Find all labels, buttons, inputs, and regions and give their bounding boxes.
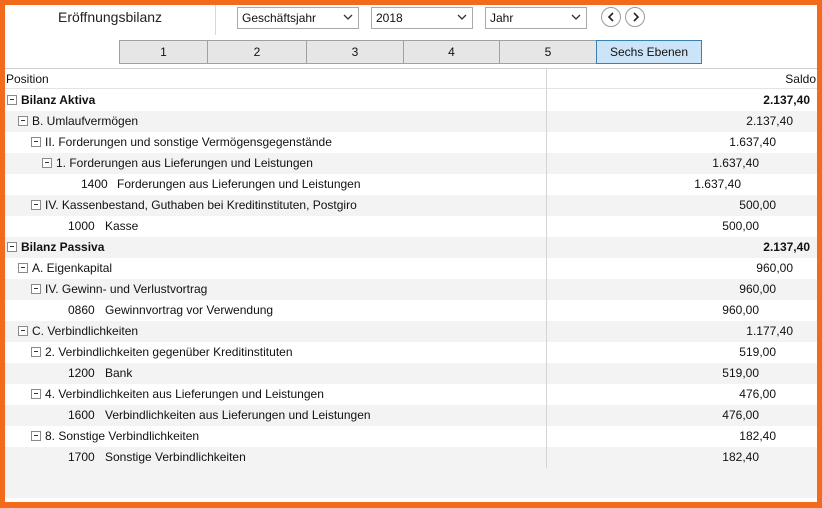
granularity-select[interactable]: Jahr <box>485 7 587 29</box>
collapse-minus-icon[interactable] <box>42 158 52 168</box>
collapse-minus-icon[interactable] <box>31 347 41 357</box>
table-row[interactable]: C. Verbindlichkeiten 1.177,40 <box>5 321 817 342</box>
collapse-minus-icon[interactable] <box>31 200 41 210</box>
column-header-position[interactable]: Position <box>6 72 49 86</box>
account-number: 0860 <box>68 303 95 317</box>
chevron-down-icon <box>571 8 581 28</box>
table-row[interactable]: 2. Verbindlichkeiten gegenüber Kreditins… <box>5 342 817 363</box>
period-type-select[interactable]: Geschäftsjahr <box>237 7 359 29</box>
position-label: A. Eigenkapital <box>32 261 113 275</box>
table-row[interactable]: 0860 Gewinnvortrag vor Verwendung 960,00 <box>5 300 817 321</box>
previous-period-button[interactable] <box>601 7 621 27</box>
account-number: 1600 <box>68 408 95 422</box>
table-row[interactable]: IV. Gewinn- und Verlustvortrag 960,00 <box>5 279 817 300</box>
position-label: II. Forderungen und sonstige Vermögensge… <box>45 135 332 149</box>
collapse-minus-icon[interactable] <box>18 263 28 273</box>
collapse-minus-icon[interactable] <box>7 242 17 252</box>
position-label: Sonstige Verbindlichkeiten <box>105 450 246 464</box>
level-4-button[interactable]: 4 <box>403 40 500 64</box>
table-row[interactable]: 1. Forderungen aus Lieferungen und Leist… <box>5 153 817 174</box>
position-label: B. Umlaufvermögen <box>32 114 139 128</box>
position-label: Bilanz Passiva <box>21 240 105 254</box>
table-row[interactable]: 4. Verbindlichkeiten aus Lieferungen und… <box>5 384 817 405</box>
table-row[interactable]: 1000 Kasse 500,00 <box>5 216 817 237</box>
table-row[interactable]: II. Forderungen und sonstige Vermögensge… <box>5 132 817 153</box>
saldo-value: 960,00 <box>722 303 759 317</box>
year-value: 2018 <box>376 11 403 25</box>
account-number: 1700 <box>68 450 95 464</box>
position-label: 8. Sonstige Verbindlichkeiten <box>45 429 200 443</box>
table-row[interactable]: Bilanz Aktiva 2.137,40 <box>5 90 817 111</box>
position-label: C. Verbindlichkeiten <box>32 324 139 338</box>
saldo-value: 519,00 <box>739 345 776 359</box>
table-row[interactable]: 1200 Bank 519,00 <box>5 363 817 384</box>
position-label: Bilanz Aktiva <box>21 93 96 107</box>
account-number: 1200 <box>68 366 95 380</box>
year-select[interactable]: 2018 <box>371 7 473 29</box>
saldo-value: 500,00 <box>739 198 776 212</box>
position-label: 1. Forderungen aus Lieferungen und Leist… <box>56 156 313 170</box>
account-number: 1400 <box>81 177 108 191</box>
chevron-down-icon <box>343 8 353 28</box>
level-3-button[interactable]: 3 <box>306 40 404 64</box>
saldo-value: 1.637,40 <box>694 177 741 191</box>
level-all-button[interactable]: Sechs Ebenen <box>596 40 702 64</box>
table-row[interactable]: A. Eigenkapital 960,00 <box>5 258 817 279</box>
table-row[interactable]: 8. Sonstige Verbindlichkeiten 182,40 <box>5 426 817 447</box>
saldo-value: 2.137,40 <box>763 240 810 254</box>
collapse-minus-icon[interactable] <box>31 389 41 399</box>
chevron-down-icon <box>457 8 467 28</box>
granularity-value: Jahr <box>490 11 514 25</box>
table-row[interactable]: B. Umlaufvermögen 2.137,40 <box>5 111 817 132</box>
saldo-value: 182,40 <box>722 450 759 464</box>
position-label: IV. Gewinn- und Verlustvortrag <box>45 282 208 296</box>
toolbar: Eröffnungsbilanz Geschäftsjahr 2018 Jahr <box>5 5 817 35</box>
account-number: 1000 <box>68 219 95 233</box>
saldo-value: 1.637,40 <box>729 135 776 149</box>
position-label: Kasse <box>105 219 139 233</box>
level-2-button[interactable]: 2 <box>207 40 307 64</box>
saldo-value: 476,00 <box>722 408 759 422</box>
saldo-value: 182,40 <box>739 429 776 443</box>
level-1-button[interactable]: 1 <box>119 40 208 64</box>
collapse-minus-icon[interactable] <box>18 326 28 336</box>
position-label: 2. Verbindlichkeiten gegenüber Kreditins… <box>45 345 293 359</box>
position-label: 4. Verbindlichkeiten aus Lieferungen und… <box>45 387 324 401</box>
position-label: Gewinnvortrag vor Verwendung <box>105 303 274 317</box>
saldo-value: 960,00 <box>756 261 793 275</box>
grid-header: Position Saldo <box>5 68 817 89</box>
saldo-value: 2.137,40 <box>746 114 793 128</box>
table-row[interactable]: Bilanz Passiva 2.137,40 <box>5 237 817 258</box>
level-5-button[interactable]: 5 <box>499 40 597 64</box>
saldo-value: 519,00 <box>722 366 759 380</box>
saldo-value: 1.177,40 <box>746 324 793 338</box>
saldo-value: 2.137,40 <box>763 93 810 107</box>
grid-empty-area <box>5 468 817 498</box>
collapse-minus-icon[interactable] <box>7 95 17 105</box>
position-label: IV. Kassenbestand, Guthaben bei Kreditin… <box>45 198 357 212</box>
collapse-minus-icon[interactable] <box>31 137 41 147</box>
collapse-minus-icon[interactable] <box>31 431 41 441</box>
collapse-minus-icon[interactable] <box>31 284 41 294</box>
position-label: Verbindlichkeiten aus Lieferungen und Le… <box>105 408 371 422</box>
toolbar-divider <box>215 5 216 35</box>
column-header-saldo[interactable]: Saldo <box>785 72 816 86</box>
position-label: Bank <box>105 366 133 380</box>
table-row[interactable]: 1600 Verbindlichkeiten aus Lieferungen un… <box>5 405 817 426</box>
column-divider <box>546 68 547 468</box>
saldo-value: 1.637,40 <box>712 156 759 170</box>
saldo-value: 960,00 <box>739 282 776 296</box>
table-row[interactable]: 1700 Sonstige Verbindlichkeiten 182,40 <box>5 447 817 468</box>
period-type-value: Geschäftsjahr <box>242 11 317 25</box>
table-row[interactable]: 1400 Forderungen aus Lieferungen und Leis… <box>5 174 817 195</box>
position-label: Forderungen aus Lieferungen und Leistung… <box>117 177 361 191</box>
saldo-value: 500,00 <box>722 219 759 233</box>
report-title: Eröffnungsbilanz <box>58 9 163 25</box>
balance-grid: Position Saldo Bilanz Aktiva 2.137,40 B. U… <box>5 68 817 498</box>
window-frame: Eröffnungsbilanz Geschäftsjahr 2018 Jahr <box>5 5 817 502</box>
collapse-minus-icon[interactable] <box>18 116 28 126</box>
next-period-button[interactable] <box>625 7 645 27</box>
saldo-value: 476,00 <box>739 387 776 401</box>
table-row[interactable]: IV. Kassenbestand, Guthaben bei Kreditin… <box>5 195 817 216</box>
